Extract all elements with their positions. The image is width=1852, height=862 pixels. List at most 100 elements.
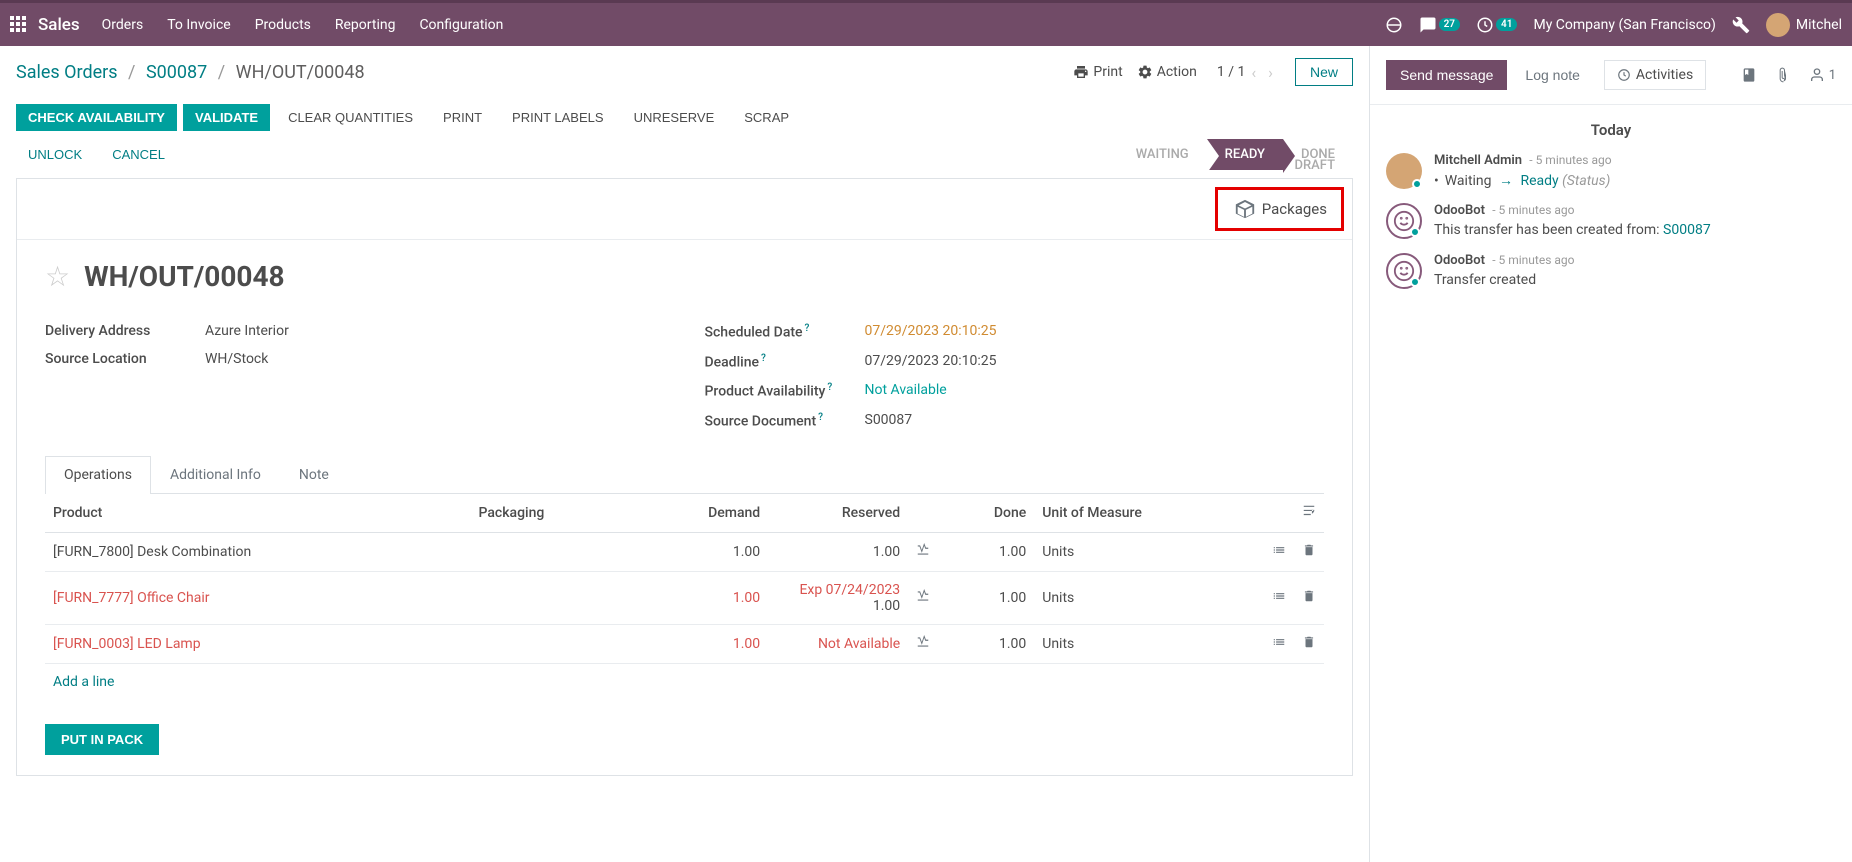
message-author[interactable]: Mitchell Admin	[1434, 153, 1522, 168]
cell-uom[interactable]: Units	[1034, 624, 1264, 663]
apps-icon[interactable]	[10, 16, 28, 34]
cell-packaging[interactable]	[471, 624, 633, 663]
cell-done[interactable]: 1.00	[938, 571, 1034, 624]
book-icon[interactable]	[1741, 67, 1757, 83]
source-location-value[interactable]: WH/Stock	[205, 351, 268, 367]
cell-packaging[interactable]	[471, 571, 633, 624]
validate-button[interactable]: VALIDATE	[183, 104, 270, 131]
cell-done[interactable]: 1.00	[938, 624, 1034, 663]
status-done[interactable]: DONE	[1283, 139, 1353, 170]
attachment-icon[interactable]	[1775, 67, 1791, 83]
details-icon[interactable]	[1264, 571, 1294, 624]
cell-done[interactable]: 1.00	[938, 532, 1034, 571]
tray-icon[interactable]	[1385, 16, 1403, 34]
app-brand[interactable]: Sales	[38, 15, 80, 35]
print-labels-print-button[interactable]: PRINT	[431, 104, 494, 131]
message-time: - 5 minutes ago	[1529, 153, 1611, 167]
details-icon[interactable]	[1264, 532, 1294, 571]
message-author[interactable]: OdooBot	[1434, 203, 1485, 218]
nav-products[interactable]: Products	[255, 17, 311, 33]
cell-uom[interactable]: Units	[1034, 571, 1264, 624]
debug-icon[interactable]	[1732, 16, 1750, 34]
forecast-icon[interactable]	[908, 571, 938, 624]
activities-icon[interactable]: 41	[1476, 16, 1517, 34]
breadcrumb-current: WH/OUT/00048	[236, 62, 365, 83]
source-document-value[interactable]: S00087	[865, 412, 913, 430]
cell-packaging[interactable]	[471, 532, 633, 571]
message-avatar	[1386, 153, 1422, 189]
cell-product[interactable]: [FURN_7777] Office Chair	[45, 571, 471, 624]
column-options-icon[interactable]	[1294, 494, 1324, 533]
tab-additional-info[interactable]: Additional Info	[151, 456, 280, 493]
details-icon[interactable]	[1264, 624, 1294, 663]
th-product[interactable]: Product	[45, 494, 471, 533]
tab-operations[interactable]: Operations	[45, 456, 151, 494]
send-message-button[interactable]: Send message	[1386, 60, 1507, 90]
table-row[interactable]: [FURN_7777] Office Chair 1.00 Exp 07/24/…	[45, 571, 1324, 624]
cancel-button[interactable]: CANCEL	[100, 141, 177, 168]
packages-button[interactable]: Packages	[1215, 187, 1344, 231]
company-switcher[interactable]: My Company (San Francisco)	[1533, 17, 1715, 33]
delete-icon[interactable]	[1294, 532, 1324, 571]
unlock-button[interactable]: UNLOCK	[16, 141, 94, 168]
control-panel: Sales Orders / S00087 / WH/OUT/00048 Pri…	[0, 46, 1369, 98]
add-line-button[interactable]: Add a line	[45, 664, 1324, 700]
new-button[interactable]: New	[1295, 58, 1353, 86]
print-labels-button[interactable]: PRINT LABELS	[500, 104, 616, 131]
cell-reserved[interactable]: Not Available	[768, 624, 908, 663]
cell-demand[interactable]: 1.00	[633, 624, 768, 663]
cell-reserved[interactable]: Exp 07/24/2023 1.00	[768, 571, 908, 624]
put-in-pack-button[interactable]: PUT IN PACK	[45, 724, 159, 755]
forecast-icon[interactable]	[908, 532, 938, 571]
th-packaging[interactable]: Packaging	[471, 494, 633, 533]
nav-configuration[interactable]: Configuration	[419, 17, 503, 33]
message-avatar	[1386, 253, 1422, 289]
th-demand[interactable]: Demand	[633, 494, 768, 533]
cell-uom[interactable]: Units	[1034, 532, 1264, 571]
favorite-star-icon[interactable]: ☆	[45, 260, 70, 293]
delete-icon[interactable]	[1294, 571, 1324, 624]
delivery-address-value[interactable]: Azure Interior	[205, 323, 289, 339]
check-availability-button[interactable]: CHECK AVAILABILITY	[16, 104, 177, 131]
action-button[interactable]: Action	[1137, 64, 1197, 80]
delivery-address-label: Delivery Address	[45, 323, 205, 339]
deadline-label: Deadline?	[705, 353, 865, 371]
forecast-icon[interactable]	[908, 624, 938, 663]
pager-prev[interactable]: ‹	[1251, 63, 1256, 82]
pager-next[interactable]: ›	[1268, 63, 1273, 82]
nav-reporting[interactable]: Reporting	[335, 17, 396, 33]
log-note-button[interactable]: Log note	[1511, 60, 1594, 90]
status-ready[interactable]: READY	[1207, 139, 1283, 170]
scrap-button[interactable]: SCRAP	[732, 104, 801, 131]
th-uom[interactable]: Unit of Measure	[1034, 494, 1264, 533]
scheduled-date-value[interactable]: 07/29/2023 20:10:25	[865, 323, 997, 341]
table-row[interactable]: [FURN_0003] LED Lamp 1.00 Not Available …	[45, 624, 1324, 663]
unreserve-button[interactable]: UNRESERVE	[622, 104, 727, 131]
cell-demand[interactable]: 1.00	[633, 571, 768, 624]
breadcrumb-order[interactable]: S00087	[146, 62, 207, 83]
activities-button[interactable]: Activities	[1604, 60, 1706, 90]
clear-quantities-button[interactable]: CLEAR QUANTITIES	[276, 104, 425, 131]
message-author[interactable]: OdooBot	[1434, 253, 1485, 268]
delete-icon[interactable]	[1294, 624, 1324, 663]
cell-reserved[interactable]: 1.00	[768, 532, 908, 571]
messages-icon[interactable]: 27	[1419, 16, 1460, 34]
th-reserved[interactable]: Reserved	[768, 494, 908, 533]
user-menu[interactable]: Mitchel	[1766, 13, 1842, 37]
message-time: - 5 minutes ago	[1492, 203, 1574, 217]
nav-to-invoice[interactable]: To Invoice	[167, 17, 231, 33]
follower-button[interactable]: 1	[1809, 67, 1836, 83]
th-done[interactable]: Done	[938, 494, 1034, 533]
tab-note[interactable]: Note	[280, 456, 348, 493]
content-area: Sales Orders / S00087 / WH/OUT/00048 Pri…	[0, 46, 1369, 862]
cell-product[interactable]: [FURN_0003] LED Lamp	[45, 624, 471, 663]
product-availability-label: Product Availability?	[705, 382, 865, 400]
breadcrumb-root[interactable]: Sales Orders	[16, 62, 118, 83]
nav-orders[interactable]: Orders	[102, 17, 144, 33]
status-waiting[interactable]: WAITING	[1118, 139, 1207, 170]
cell-product[interactable]: [FURN_7800] Desk Combination	[45, 532, 471, 571]
messages-badge: 27	[1439, 18, 1460, 31]
print-button[interactable]: Print	[1073, 64, 1122, 80]
table-row[interactable]: [FURN_7800] Desk Combination 1.00 1.00 1…	[45, 532, 1324, 571]
cell-demand[interactable]: 1.00	[633, 532, 768, 571]
